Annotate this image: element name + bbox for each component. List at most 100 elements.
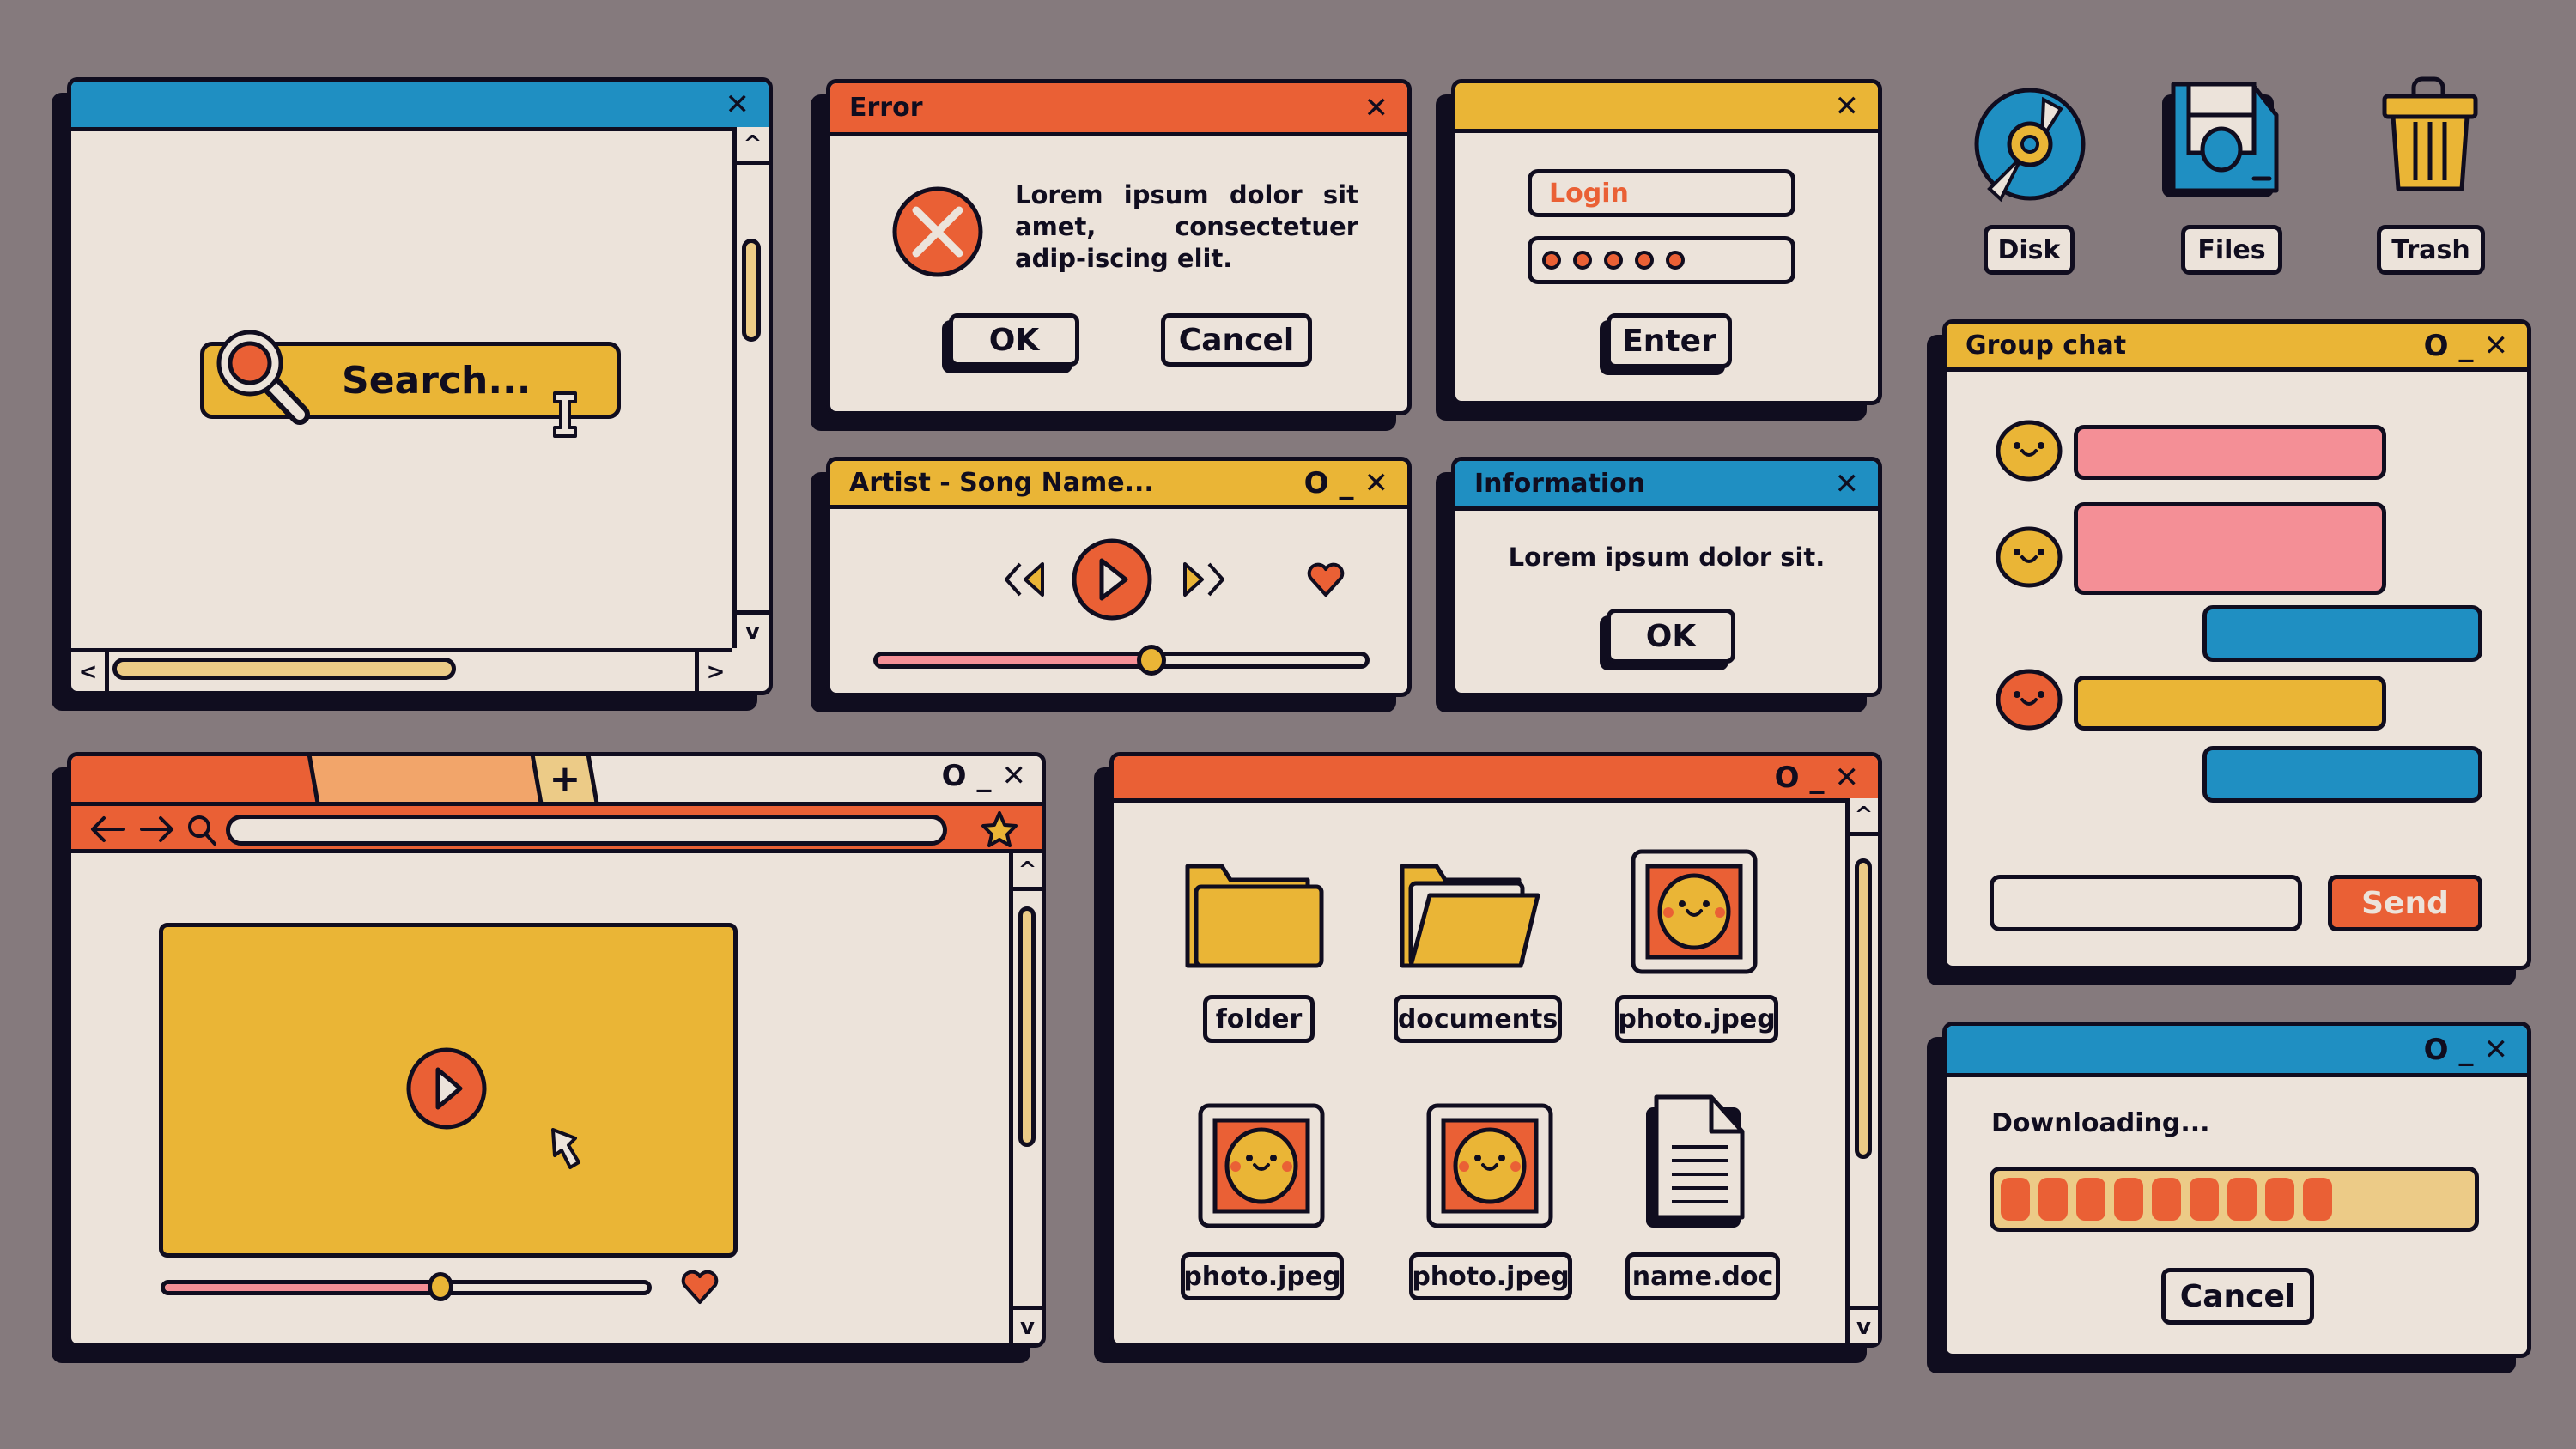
star-icon[interactable]	[981, 811, 1018, 847]
scroll-down-button[interactable]: v	[737, 610, 769, 648]
enter-button[interactable]: Enter	[1607, 313, 1732, 368]
close-icon[interactable]: ✕	[2484, 331, 2509, 361]
scroll-up-button[interactable]: ^	[737, 127, 769, 165]
chat-message-bubble	[2074, 425, 2386, 480]
horizontal-scrollbar[interactable]: < >	[71, 648, 732, 691]
song-progress-track[interactable]	[873, 652, 1370, 669]
close-icon[interactable]: ✕	[1835, 470, 1860, 499]
video-player[interactable]	[159, 923, 738, 1258]
video-progress-fill	[165, 1284, 440, 1291]
ok-button[interactable]: OK	[949, 313, 1079, 367]
minimize-icon[interactable]: _	[1810, 763, 1825, 792]
file-explorer: O _ ✕ ^ v folder documents photo.jpeg ph…	[1109, 752, 1882, 1348]
file-label[interactable]: documents	[1394, 995, 1562, 1043]
horizontal-scroll-thumb[interactable]	[112, 658, 456, 680]
vertical-scrollbar[interactable]: ^ v	[1009, 853, 1042, 1343]
search-icon[interactable]	[188, 815, 217, 846]
maximize-icon[interactable]: O	[1304, 469, 1329, 498]
file-label[interactable]: photo.jpeg	[1615, 995, 1778, 1043]
maximize-icon[interactable]: O	[2424, 331, 2449, 361]
vertical-scrollbar[interactable]: ^ v	[732, 127, 769, 648]
close-icon[interactable]: ✕	[1835, 92, 1860, 121]
close-icon[interactable]: ✕	[2484, 1035, 2509, 1064]
forward-arrow-icon[interactable]	[140, 816, 174, 842]
close-icon[interactable]: ✕	[1364, 469, 1389, 498]
cancel-button[interactable]: Cancel	[2161, 1268, 2314, 1325]
floppy-icon[interactable]	[2162, 82, 2288, 203]
avatar-icon	[1996, 669, 2063, 731]
url-bar[interactable]	[226, 815, 947, 846]
password-input[interactable]	[1528, 236, 1795, 284]
avatar-icon	[1996, 526, 2063, 588]
progress-segment	[2152, 1178, 2181, 1221]
file-label[interactable]: photo.jpeg	[1181, 1252, 1344, 1300]
photo-icon[interactable]	[1198, 1103, 1325, 1230]
play-icon[interactable]	[1071, 538, 1153, 621]
maximize-icon[interactable]: O	[942, 761, 967, 791]
vertical-scrollbar[interactable]: ^ v	[1845, 798, 1878, 1343]
disc-icon[interactable]	[1974, 88, 2087, 203]
plus-icon: +	[549, 757, 580, 801]
scroll-down-button[interactable]: v	[1850, 1306, 1878, 1343]
music-player: Artist - Song Name... O _ ✕	[826, 457, 1412, 697]
document-icon[interactable]	[1646, 1094, 1758, 1233]
trash-icon[interactable]	[2382, 76, 2478, 191]
video-progress-knob[interactable]	[428, 1272, 454, 1301]
login-input[interactable]: Login	[1528, 169, 1795, 217]
vertical-scroll-thumb[interactable]	[1018, 906, 1036, 1147]
back-arrow-icon[interactable]	[90, 816, 125, 842]
cancel-button[interactable]: Cancel	[1161, 313, 1312, 367]
chat-message-input[interactable]	[1990, 875, 2302, 931]
vertical-scroll-thumb[interactable]	[742, 239, 761, 342]
file-label[interactable]: photo.jpeg	[1409, 1252, 1572, 1300]
search-placeholder: Search...	[342, 358, 532, 403]
fast-forward-icon[interactable]	[1183, 562, 1226, 597]
browser-window: + O _ ✕ ^ v	[67, 752, 1046, 1348]
scroll-up-button[interactable]: ^	[1013, 853, 1042, 891]
close-icon[interactable]: ✕	[1002, 761, 1027, 791]
new-tab-button[interactable]: +	[530, 756, 600, 806]
heart-icon[interactable]	[681, 1270, 719, 1304]
video-progress-track[interactable]	[161, 1280, 652, 1295]
heart-icon[interactable]	[1307, 562, 1345, 597]
magnifier-icon	[216, 330, 310, 425]
song-progress-knob[interactable]	[1136, 645, 1166, 676]
progress-segment	[2190, 1178, 2219, 1221]
progress-segment	[2227, 1178, 2257, 1221]
disk-label[interactable]: Disk	[1984, 225, 2075, 275]
tab-inactive[interactable]	[307, 756, 544, 806]
minimize-icon[interactable]: _	[977, 761, 992, 791]
close-icon[interactable]: ✕	[1364, 94, 1389, 123]
file-label[interactable]: folder	[1203, 995, 1315, 1043]
password-dot	[1666, 251, 1685, 270]
maximize-icon[interactable]: O	[1775, 763, 1800, 792]
progress-segment	[2303, 1178, 2332, 1221]
scroll-up-button[interactable]: ^	[1850, 798, 1878, 836]
minimize-icon[interactable]: _	[2459, 1035, 2474, 1064]
scroll-down-button[interactable]: v	[1013, 1306, 1042, 1343]
login-dialog: ✕ Login Enter	[1451, 79, 1882, 405]
open-folder-icon[interactable]	[1399, 861, 1545, 968]
scroll-right-button[interactable]: >	[695, 652, 732, 691]
rewind-icon[interactable]	[1005, 562, 1048, 597]
minimize-icon[interactable]: _	[2459, 331, 2474, 361]
play-icon[interactable]	[405, 1047, 488, 1130]
close-icon[interactable]: ✕	[1835, 763, 1860, 792]
send-button[interactable]: Send	[2328, 875, 2482, 931]
progress-segment	[2038, 1178, 2068, 1221]
photo-icon[interactable]	[1426, 1103, 1553, 1230]
vertical-scroll-thumb[interactable]	[1855, 858, 1872, 1159]
file-label[interactable]: name.doc	[1625, 1252, 1780, 1300]
maximize-icon[interactable]: O	[2424, 1035, 2449, 1064]
minimize-icon[interactable]: _	[1340, 469, 1354, 498]
files-label[interactable]: Files	[2181, 225, 2282, 275]
scroll-left-button[interactable]: <	[71, 652, 109, 691]
ok-button[interactable]: OK	[1607, 609, 1735, 664]
password-dot	[1573, 251, 1592, 270]
trash-label[interactable]: Trash	[2377, 225, 2485, 275]
login-titlebar: ✕	[1455, 83, 1878, 133]
tab-active[interactable]	[71, 756, 329, 806]
close-icon[interactable]: ✕	[726, 90, 750, 119]
photo-icon[interactable]	[1631, 849, 1758, 976]
folder-icon[interactable]	[1184, 861, 1330, 968]
